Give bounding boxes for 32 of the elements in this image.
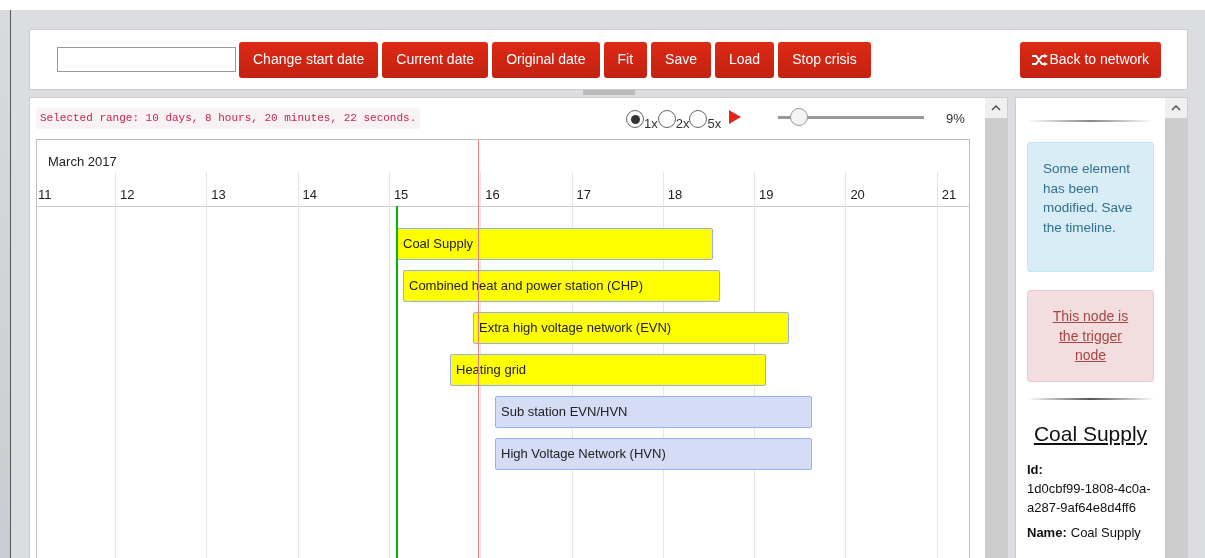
info-alert: Some element has been modified. Save the timeline. xyxy=(1027,142,1154,272)
timeline-item[interactable]: High Voltage Network (HVN) xyxy=(495,438,812,470)
scrollbar[interactable] xyxy=(1165,98,1187,558)
play-icon[interactable] xyxy=(729,110,742,124)
toolbar-button[interactable]: Save xyxy=(651,41,711,78)
toolbar-button[interactable]: Original date xyxy=(492,41,600,78)
timeline-item[interactable]: Extra high voltage network (EVN) xyxy=(473,312,789,344)
date-input[interactable] xyxy=(57,47,236,72)
slider[interactable] xyxy=(778,108,924,126)
toolbar-button[interactable]: Fit xyxy=(603,41,648,78)
field-value: Coal Supply xyxy=(1070,523,1141,542)
scroll-up-icon[interactable] xyxy=(991,105,1001,111)
scrollbar[interactable] xyxy=(985,98,1007,558)
splitter-handle[interactable] xyxy=(583,90,635,95)
toolbar-button[interactable]: Load xyxy=(715,41,775,78)
trigger-node-link[interactable]: This node is the trigger node xyxy=(1046,307,1135,366)
toolbar-button[interactable]: Current date xyxy=(382,41,489,78)
slider-thumb[interactable] xyxy=(789,108,808,126)
field-label: Id: xyxy=(1027,460,1044,479)
toolbar-button[interactable]: Change start date xyxy=(239,41,379,78)
node-title: Coal Supply xyxy=(1032,421,1149,447)
slider-reading: 9% xyxy=(946,110,965,128)
toolbar-button[interactable]: Stop crisis xyxy=(778,41,871,78)
scroll-up-icon[interactable] xyxy=(1171,105,1181,111)
month-label: March 2017 xyxy=(48,153,117,171)
selected-range-label: Selected range: 10 days, 8 hours, 20 minutes, 22 seconds. xyxy=(36,108,421,129)
field-label: Name: xyxy=(1027,523,1067,542)
field-value: 1d0cbf99-1808-4c0a-a287-9af64e8d4ff6 xyxy=(1027,479,1152,517)
timeline-item[interactable]: Sub station EVN/HVN xyxy=(495,396,812,428)
timeline-item[interactable]: Coal Supply xyxy=(397,228,713,260)
shuffle-icon xyxy=(1032,53,1049,66)
back-to-network-button[interactable]: Back to network xyxy=(1020,41,1161,78)
